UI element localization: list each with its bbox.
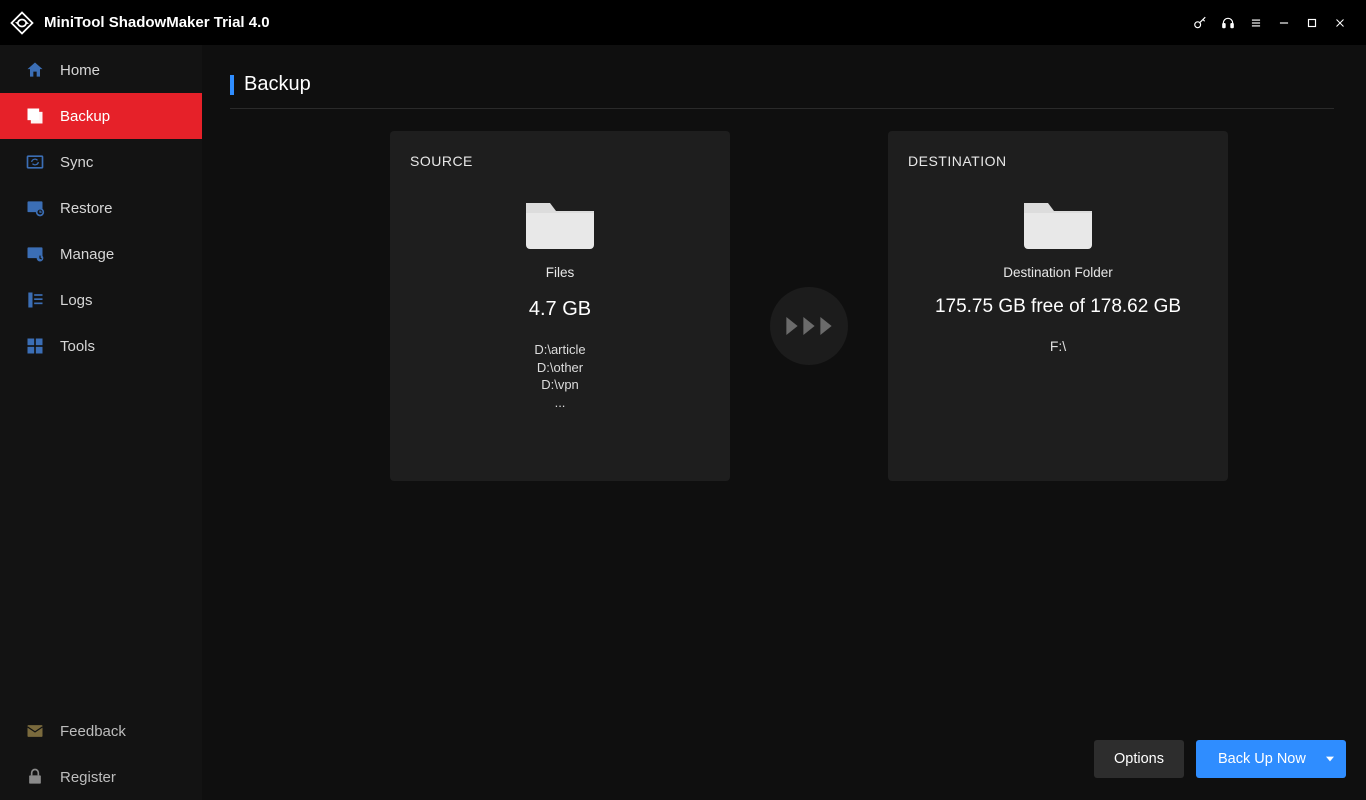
page-title-text: Backup bbox=[244, 73, 311, 96]
source-paths: D:\article D:\other D:\vpn ... bbox=[410, 341, 710, 411]
app-title: MiniTool ShadowMaker Trial 4.0 bbox=[44, 14, 270, 31]
divider bbox=[230, 108, 1334, 109]
sidebar-item-label: Home bbox=[60, 62, 100, 79]
sidebar-item-label: Tools bbox=[60, 338, 95, 355]
page-title: Backup bbox=[230, 73, 1334, 96]
lock-icon bbox=[24, 766, 46, 788]
sidebar-item-restore[interactable]: Restore bbox=[0, 185, 202, 231]
source-card[interactable]: SOURCE Files 4.7 GB D:\article D:\other … bbox=[390, 131, 730, 481]
destination-heading: DESTINATION bbox=[908, 153, 1208, 169]
sidebar-item-manage[interactable]: Manage bbox=[0, 231, 202, 277]
logs-icon bbox=[24, 289, 46, 311]
close-icon[interactable] bbox=[1326, 9, 1354, 37]
source-path-line: ... bbox=[410, 394, 710, 412]
destination-space: 175.75 GB free of 178.62 GB bbox=[908, 296, 1208, 318]
source-path-line: D:\article bbox=[410, 341, 710, 359]
sidebar-item-logs[interactable]: Logs bbox=[0, 277, 202, 323]
home-icon bbox=[24, 59, 46, 81]
sidebar-item-label: Manage bbox=[60, 246, 114, 263]
destination-type: Destination Folder bbox=[908, 265, 1208, 280]
sidebar-item-register[interactable]: Register bbox=[0, 754, 202, 800]
sidebar-item-label: Backup bbox=[60, 108, 110, 125]
caret-down-icon bbox=[1326, 751, 1334, 767]
sidebar-item-label: Sync bbox=[60, 154, 93, 171]
sidebar-item-label: Logs bbox=[60, 292, 93, 309]
sidebar: Home Backup Sync Restore Manage Logs bbox=[0, 45, 202, 800]
accent-bar bbox=[230, 75, 234, 95]
sidebar-item-home[interactable]: Home bbox=[0, 47, 202, 93]
key-icon[interactable] bbox=[1186, 9, 1214, 37]
sidebar-item-backup[interactable]: Backup bbox=[0, 93, 202, 139]
destination-path: F:\ bbox=[908, 338, 1208, 354]
destination-card[interactable]: DESTINATION Destination Folder 175.75 GB… bbox=[888, 131, 1228, 481]
sidebar-item-label: Register bbox=[60, 769, 116, 786]
maximize-icon[interactable] bbox=[1298, 9, 1326, 37]
sidebar-item-feedback[interactable]: Feedback bbox=[0, 708, 202, 754]
restore-icon bbox=[24, 197, 46, 219]
source-heading: SOURCE bbox=[410, 153, 710, 169]
minimize-icon[interactable] bbox=[1270, 9, 1298, 37]
sidebar-item-sync[interactable]: Sync bbox=[0, 139, 202, 185]
menu-icon[interactable] bbox=[1242, 9, 1270, 37]
sync-icon bbox=[24, 151, 46, 173]
feedback-icon bbox=[24, 720, 46, 742]
source-size: 4.7 GB bbox=[410, 298, 710, 321]
backup-now-label: Back Up Now bbox=[1218, 751, 1306, 767]
sidebar-item-label: Restore bbox=[60, 200, 113, 217]
folder-icon bbox=[520, 191, 600, 251]
folder-icon bbox=[1018, 191, 1098, 251]
sidebar-item-label: Feedback bbox=[60, 723, 126, 740]
titlebar: MiniTool ShadowMaker Trial 4.0 bbox=[0, 0, 1366, 45]
tools-icon bbox=[24, 335, 46, 357]
source-path-line: D:\other bbox=[410, 359, 710, 377]
backup-icon bbox=[24, 105, 46, 127]
headphones-icon[interactable] bbox=[1214, 9, 1242, 37]
backup-now-button[interactable]: Back Up Now bbox=[1196, 740, 1346, 778]
arrow-icon bbox=[770, 287, 848, 365]
sidebar-item-tools[interactable]: Tools bbox=[0, 323, 202, 369]
app-logo-icon bbox=[8, 9, 36, 37]
main-panel: Backup SOURCE Files 4.7 GB D:\article D:… bbox=[202, 45, 1366, 800]
options-button[interactable]: Options bbox=[1094, 740, 1184, 778]
source-type: Files bbox=[410, 265, 710, 280]
manage-icon bbox=[24, 243, 46, 265]
source-path-line: D:\vpn bbox=[410, 376, 710, 394]
